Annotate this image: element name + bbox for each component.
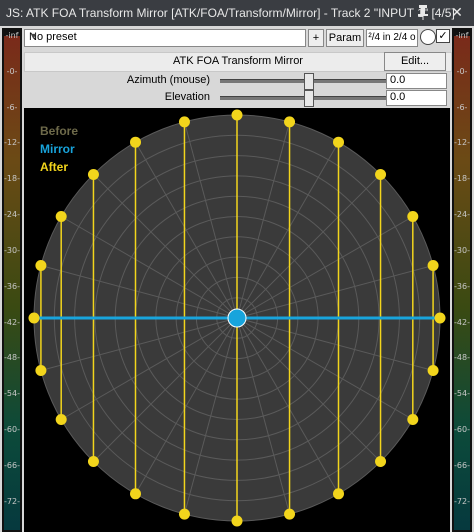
meter-tick-label: -18- [4, 174, 20, 184]
left-level-meter: -inf -0- -6- -12- -18- -24- -30- -36- -42- -48- -5… [2, 28, 22, 532]
meter-tick-label: -48- [4, 353, 20, 363]
meter-tick-label: -24- [4, 210, 20, 220]
meter-tick-label: -66- [4, 460, 20, 470]
elevation-row: Elevation 0.0 [24, 90, 450, 107]
after-point [333, 136, 344, 148]
azimuth-slider-thumb[interactable] [304, 73, 314, 90]
meter-tick-label: -6- [6, 102, 18, 112]
elevation-label: Elevation [164, 91, 210, 103]
azimuth-label: Azimuth (mouse) [126, 74, 210, 86]
meter-tick-label: -30- [4, 245, 20, 255]
meter-tick-label: -18- [454, 174, 470, 184]
title-bar: JS: ATK FOA Transform Mirror [ATK/FOA/Tr… [0, 0, 474, 26]
meter-tick-label: -54- [4, 389, 20, 399]
meter-tick-label: -inf [5, 31, 19, 40]
after-point [130, 136, 141, 148]
meter-tick-label: -72- [4, 496, 20, 506]
meter-tick-label: -12- [454, 138, 470, 148]
elevation-value-field[interactable]: 0.0 [386, 90, 447, 106]
wet-knob-icon[interactable] [420, 29, 436, 45]
meter-tick-label: -inf [455, 31, 469, 40]
meter-tick-label: -54- [454, 389, 470, 399]
legend-after: After [40, 160, 69, 174]
toolbar: No preset ▼ + Param ²/4 in 2/4 o ✓ [24, 29, 450, 47]
after-point [35, 365, 47, 377]
meter-tick-label: -36- [454, 281, 470, 291]
after-point [284, 116, 296, 128]
io-routing-button[interactable]: ²/4 in 2/4 o [366, 29, 418, 47]
meter-tick-label: -24- [454, 210, 470, 220]
meter-tick-label: -0- [6, 66, 18, 76]
after-point [87, 168, 99, 180]
after-point [407, 211, 419, 222]
azimuth-value-field[interactable]: 0.0 [386, 73, 447, 89]
after-point [28, 312, 40, 324]
after-point [427, 365, 439, 377]
elevation-slider-thumb[interactable] [304, 90, 314, 107]
after-point [231, 515, 243, 527]
meter-tick-label: -60- [454, 425, 470, 435]
meter-tick-label: -60- [4, 425, 20, 435]
after-point [407, 414, 419, 425]
after-point [375, 456, 387, 468]
meter-tick-label: -30- [454, 245, 470, 255]
enable-checkbox[interactable]: ✓ [436, 29, 450, 43]
after-point [375, 168, 387, 180]
center-point [227, 308, 247, 328]
meter-tick-label: -66- [454, 460, 470, 470]
meter-tick-label: -48- [454, 353, 470, 363]
meter-tick-label: -42- [4, 317, 20, 327]
window-title: JS: ATK FOA Transform Mirror [ATK/FOA/Tr… [6, 6, 455, 20]
after-point [35, 259, 47, 271]
soundfield-plot[interactable] [24, 108, 450, 532]
azimuth-row: Azimuth (mouse) 0.0 [24, 73, 450, 90]
pin-icon[interactable] [416, 3, 430, 21]
after-point [427, 259, 439, 271]
after-point [333, 488, 344, 500]
after-point [55, 414, 67, 425]
after-point [434, 312, 446, 324]
after-point [178, 116, 190, 128]
param-button[interactable]: Param [326, 29, 364, 47]
after-point [130, 488, 141, 500]
meter-tick-label: -72- [454, 496, 470, 506]
meter-tick-label: -12- [4, 138, 20, 148]
meter-tick-label: -6- [456, 102, 468, 112]
after-point [87, 456, 99, 468]
add-preset-button[interactable]: + [308, 29, 324, 47]
right-level-meter: -inf -0- -6- -12- -18- -24- -30- -36- -42- -48- -5… [452, 28, 472, 532]
legend-mirror: Mirror [40, 142, 75, 156]
meter-tick-label: -36- [4, 281, 20, 291]
after-point [284, 508, 296, 520]
meter-tick-label: -0- [456, 66, 468, 76]
soundfield-display[interactable]: Before Mirror After [24, 108, 450, 532]
edit-button[interactable]: Edit... [384, 52, 446, 71]
after-point [55, 211, 67, 222]
preset-dropdown[interactable]: No preset ▼ [24, 29, 306, 47]
legend-before: Before [40, 124, 79, 138]
meter-tick-label: -42- [454, 317, 470, 327]
chevron-down-icon: ▼ [29, 31, 38, 41]
close-icon[interactable]: ✕ [448, 3, 466, 21]
after-point [231, 109, 243, 121]
after-point [178, 508, 190, 520]
